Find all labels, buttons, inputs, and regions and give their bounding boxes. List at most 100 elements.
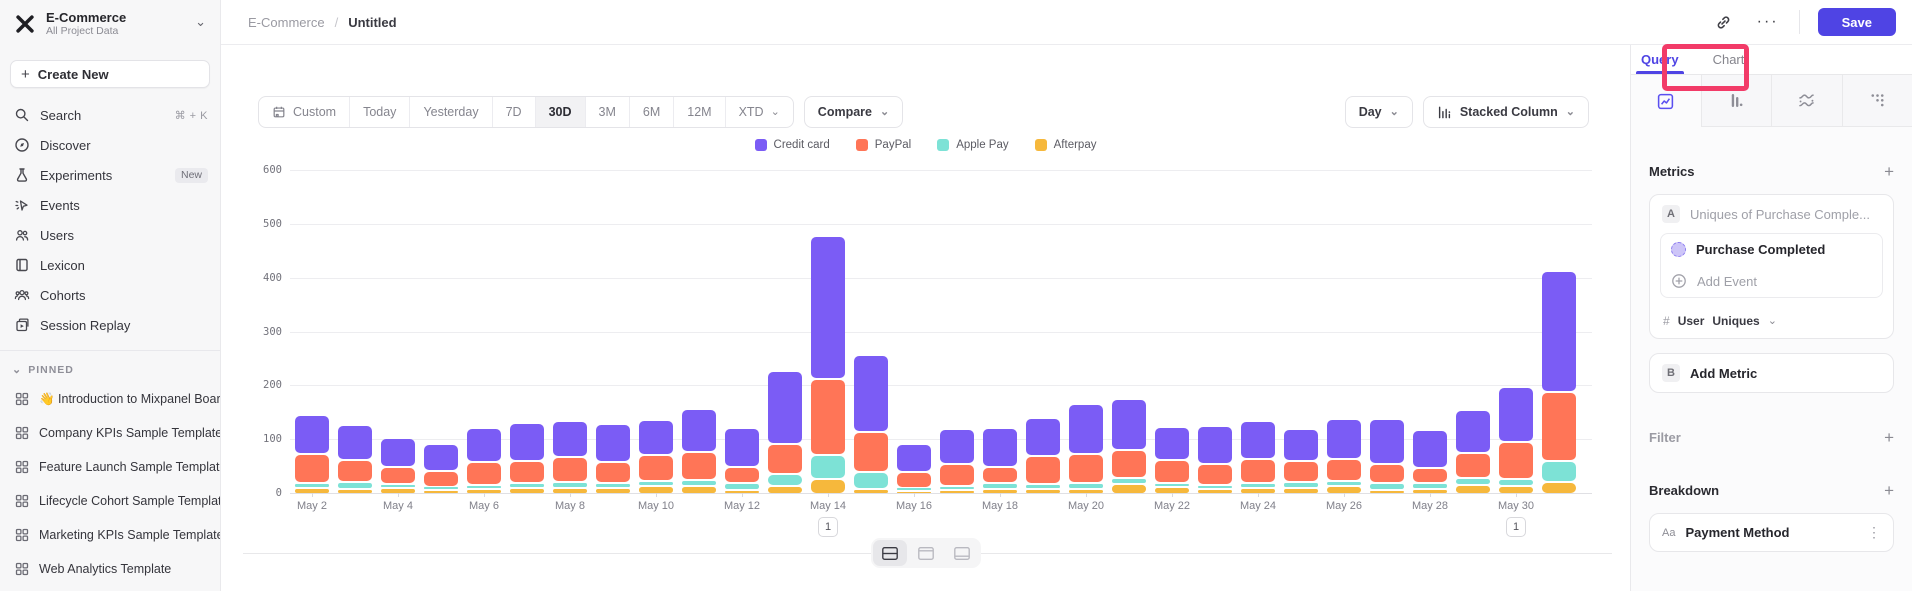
bar-segment-apple-pay[interactable] [1370,484,1404,488]
bar-segment-apple-pay[interactable] [1069,484,1103,487]
bar-segment-paypal[interactable] [1542,393,1576,459]
report-type-insights[interactable] [1631,75,1701,127]
bar-segment-afterpay[interactable] [1370,491,1404,493]
bar-segment-paypal[interactable] [596,463,630,483]
sidebar-item-cohorts[interactable]: Cohorts [0,280,220,310]
bar-segment-paypal[interactable] [1155,461,1189,482]
bar-segment-afterpay[interactable] [338,490,372,493]
create-new-button[interactable]: + Create New [10,60,210,88]
bar-segment-apple-pay[interactable] [1413,484,1447,487]
sidebar-item-lexicon[interactable]: Lexicon [0,250,220,280]
bar-segment-apple-pay[interactable] [1026,485,1060,488]
sidebar-item-session-replay[interactable]: Session Replay [0,310,220,340]
bar-segment-credit-card[interactable] [1155,428,1189,459]
bar-segment-apple-pay[interactable] [596,484,630,486]
pinned-board-item[interactable]: Feature Launch Sample Template [0,450,220,484]
entity-selector[interactable]: User [1678,314,1705,328]
event-row[interactable]: Purchase Completed [1661,234,1882,265]
bar-segment-apple-pay[interactable] [1499,480,1533,485]
pinned-board-item[interactable]: Lifecycle Cohort Sample Template [0,484,220,518]
share-link-button[interactable] [1711,9,1737,35]
metric-card-b[interactable]: B Add Metric [1649,353,1894,393]
add-filter-plus-button[interactable]: + [1884,429,1894,446]
bar-segment-credit-card[interactable] [510,424,544,460]
pinned-board-item[interactable]: Marketing KPIs Sample Template [0,518,220,552]
bar-segment-afterpay[interactable] [768,487,802,493]
bar-segment-credit-card[interactable] [1069,405,1103,453]
bar-segment-paypal[interactable] [725,468,759,483]
bar-segment-credit-card[interactable] [768,372,802,443]
pinned-board-item[interactable]: Web Analytics Template [0,552,220,586]
layout-chart-only-button[interactable] [909,540,943,566]
breadcrumb-current[interactable]: Untitled [348,15,396,30]
date-range-12m[interactable]: 12M [673,97,724,127]
bar-segment-afterpay[interactable] [1542,483,1576,493]
date-range-xtd[interactable]: XTD ⌄ [725,97,793,127]
bar-segment-afterpay[interactable] [854,490,888,493]
bar-segment-paypal[interactable] [811,380,845,453]
bar-segment-apple-pay[interactable] [553,483,587,486]
bar-segment-apple-pay[interactable] [725,484,759,488]
bar-segment-credit-card[interactable] [1198,427,1232,463]
bar-segment-paypal[interactable] [338,461,372,482]
bar-segment-apple-pay[interactable] [295,484,329,486]
bar-segment-credit-card[interactable] [940,430,974,462]
legend-item-apple-pay[interactable]: Apple Pay [937,139,1008,151]
pinned-board-item[interactable]: 👋 Introduction to Mixpanel Boards [0,382,220,416]
bar-segment-afterpay[interactable] [940,491,974,493]
bar-segment-credit-card[interactable] [1370,420,1404,463]
bar-segment-paypal[interactable] [940,465,974,485]
sidebar-item-search[interactable]: Search ⌘ + K [0,100,220,130]
bar-segment-paypal[interactable] [639,456,673,480]
bar-segment-credit-card[interactable] [1284,430,1318,459]
date-range-30d[interactable]: 30D [535,97,585,127]
bar-segment-paypal[interactable] [1112,451,1146,477]
bar-segment-afterpay[interactable] [1198,490,1232,493]
bar-segment-credit-card[interactable] [1456,411,1490,452]
bar-segment-paypal[interactable] [467,463,501,485]
annotation-badge[interactable]: 1 [1506,517,1526,537]
bar-segment-apple-pay[interactable] [1542,462,1576,482]
bar-segment-apple-pay[interactable] [1155,484,1189,486]
sidebar-item-events[interactable]: Events [0,190,220,220]
bar-segment-paypal[interactable] [983,468,1017,482]
sidebar-item-users[interactable]: Users [0,220,220,250]
sidebar-item-experiments[interactable]: Experiments New [0,160,220,190]
bar-segment-paypal[interactable] [1456,454,1490,477]
bar-segment-paypal[interactable] [553,458,587,481]
bar-segment-paypal[interactable] [1413,469,1447,483]
bar-segment-paypal[interactable] [1069,455,1103,483]
bar-segment-paypal[interactable] [897,473,931,487]
bar-segment-credit-card[interactable] [983,429,1017,466]
bar-segment-credit-card[interactable] [295,416,329,453]
bar-segment-apple-pay[interactable] [768,475,802,485]
bar-segment-paypal[interactable] [682,453,716,479]
bar-segment-credit-card[interactable] [639,421,673,455]
bar-segment-afterpay[interactable] [596,489,630,493]
layout-table-only-button[interactable] [945,540,979,566]
tab-chart[interactable]: Chart [1713,52,1745,67]
bar-segment-apple-pay[interactable] [983,484,1017,487]
bar-segment-paypal[interactable] [1499,443,1533,478]
bar-segment-paypal[interactable] [1241,460,1275,482]
bar-segment-credit-card[interactable] [854,356,888,430]
bar-segment-apple-pay[interactable] [811,456,845,478]
granularity-dropdown[interactable]: Day ⌄ [1345,96,1413,128]
add-metric-plus-button[interactable]: + [1884,163,1894,180]
bar-segment-afterpay[interactable] [811,480,845,493]
bar-segment-paypal[interactable] [424,472,458,486]
bar-segment-apple-pay[interactable] [381,485,415,487]
bar-segment-credit-card[interactable] [467,429,501,460]
bar-segment-credit-card[interactable] [811,237,845,379]
bar-segment-apple-pay[interactable] [1241,484,1275,486]
report-type-funnels[interactable] [1701,75,1772,127]
project-switcher[interactable]: E-Commerce All Project Data ⌄ [0,0,220,46]
add-event-row[interactable]: Add Event [1661,265,1882,297]
bar-segment-credit-card[interactable] [338,426,372,458]
more-options-button[interactable]: ··· [1755,9,1781,35]
bar-segment-apple-pay[interactable] [1112,479,1146,483]
date-range-yesterday[interactable]: Yesterday [409,97,491,127]
save-button[interactable]: Save [1818,8,1896,36]
bar-segment-apple-pay[interactable] [338,483,372,487]
bar-segment-apple-pay[interactable] [682,481,716,485]
